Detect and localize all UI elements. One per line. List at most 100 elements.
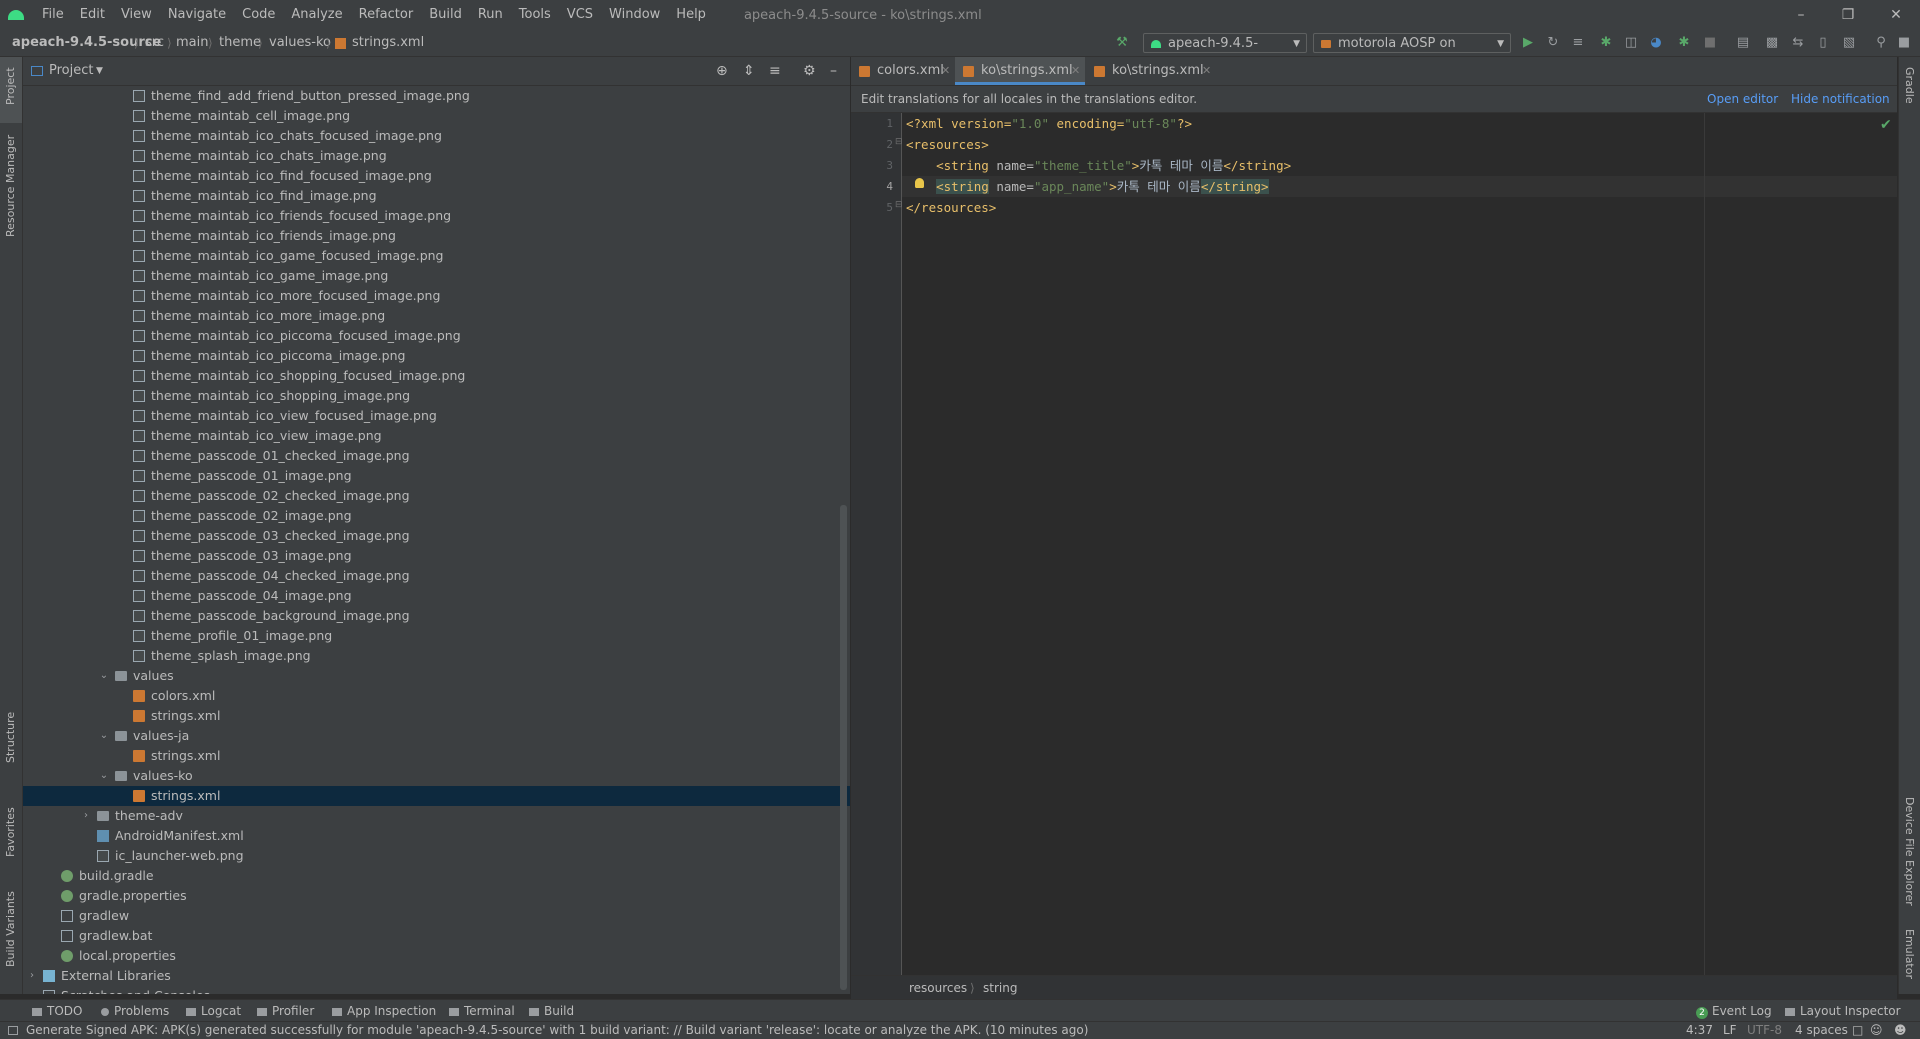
menu-tools[interactable]: Tools — [511, 0, 559, 30]
menu-edit[interactable]: Edit — [72, 0, 113, 30]
tree-file-row[interactable]: › External Libraries — [23, 966, 850, 986]
sync-project-icon[interactable]: ▤ — [1735, 35, 1751, 51]
tree-file-row[interactable]: theme_maintab_ico_find_image.png — [23, 186, 850, 206]
gradle-tool-label[interactable]: Gradle — [1903, 67, 1916, 104]
build-tool-button[interactable]: Build — [529, 1000, 574, 1022]
logcat-tool-button[interactable]: Logcat — [186, 1000, 241, 1022]
tree-file-row[interactable]: theme_maintab_ico_friends_image.png — [23, 226, 850, 246]
tree-file-row[interactable]: theme_passcode_01_image.png — [23, 466, 850, 486]
chevron-right-icon[interactable]: › — [27, 966, 37, 986]
tree-file-row[interactable]: theme_passcode_03_checked_image.png — [23, 526, 850, 546]
menu-analyze[interactable]: Analyze — [283, 0, 350, 30]
layout-inspector-tool-button[interactable]: Layout Inspector — [1785, 1000, 1901, 1022]
expand-all-icon[interactable]: ⇕ — [743, 57, 755, 85]
tree-file-row[interactable]: theme_maintab_ico_shopping_image.png — [23, 386, 850, 406]
status-message[interactable]: Generate Signed APK: APK(s) generated su… — [26, 1022, 1088, 1039]
tree-file-row[interactable]: theme_maintab_ico_piccoma_image.png — [23, 346, 850, 366]
sdk-manager-icon[interactable]: ▧ — [1841, 35, 1857, 51]
breadcrumb-string[interactable]: string — [983, 976, 1017, 1000]
no-problems-check-icon[interactable]: ✔ — [1880, 117, 1892, 133]
hide-panel-icon[interactable]: – — [830, 57, 837, 85]
project-structure-icon[interactable]: ▩ — [1764, 35, 1780, 51]
tree-file-row[interactable]: theme_maintab_ico_more_focused_image.png — [23, 286, 850, 306]
open-editor-link[interactable]: Open editor — [1707, 86, 1778, 112]
device-manager-icon[interactable]: ▯ — [1815, 35, 1831, 51]
tree-file-row[interactable]: strings.xml — [23, 786, 850, 806]
menu-run[interactable]: Run — [470, 0, 511, 30]
app-inspection-tool-button[interactable]: App Inspection — [332, 1000, 436, 1022]
close-tab-icon[interactable]: ✕ — [1202, 57, 1211, 85]
tree-file-row[interactable]: theme_maintab_ico_find_focused_image.png — [23, 166, 850, 186]
stop-icon[interactable]: ■ — [1702, 35, 1718, 51]
menu-code[interactable]: Code — [234, 0, 283, 30]
minimize-button[interactable]: – — [1778, 0, 1824, 30]
menu-view[interactable]: View — [113, 0, 160, 30]
profiler-icon[interactable]: ◕ — [1648, 35, 1664, 51]
chevron-down-icon[interactable]: ⌄ — [99, 726, 109, 746]
menu-vcs[interactable]: VCS — [559, 0, 601, 30]
tree-file-row[interactable]: build.gradle — [23, 866, 850, 886]
gradle-sync-icon[interactable]: ⇆ — [1790, 35, 1806, 51]
lock-icon[interactable]: □ — [1852, 1022, 1863, 1039]
tree-folder-row[interactable]: › theme-adv — [23, 806, 850, 826]
tree-file-row[interactable]: gradlew — [23, 906, 850, 926]
tab-ko-strings-xml-active[interactable]: ko\strings.xml ✕ — [955, 57, 1085, 85]
tree-file-row[interactable]: theme_maintab_ico_game_image.png — [23, 266, 850, 286]
chevron-right-icon[interactable]: › — [81, 806, 91, 826]
chevron-down-icon[interactable]: ⌄ — [99, 666, 109, 686]
menu-help[interactable]: Help — [668, 0, 714, 30]
tree-file-row[interactable]: theme_passcode_02_checked_image.png — [23, 486, 850, 506]
breadcrumb-src[interactable]: src — [145, 30, 164, 56]
locate-file-icon[interactable]: ⊕ — [716, 57, 728, 85]
breadcrumb-resources[interactable]: resources — [909, 976, 967, 1000]
tree-file-row[interactable]: Scratches and Consoles — [23, 986, 850, 994]
favorites-tool-label[interactable]: Favorites — [4, 807, 17, 857]
menu-navigate[interactable]: Navigate — [160, 0, 234, 30]
code-editor[interactable]: <?xml version="1.0" encoding="utf-8"?> <… — [902, 113, 1897, 975]
emulator-tool-label[interactable]: Emulator — [1903, 929, 1916, 979]
chevron-down-icon[interactable]: ⌄ — [99, 766, 109, 786]
tree-file-row[interactable]: theme_splash_image.png — [23, 646, 850, 666]
run-with-coverage-icon[interactable]: ◫ — [1623, 35, 1639, 51]
breadcrumb-theme[interactable]: theme — [219, 30, 261, 56]
debug-icon[interactable]: ✱ — [1598, 35, 1614, 51]
tree-file-row[interactable]: local.properties — [23, 946, 850, 966]
project-tool-button[interactable]: Project — [0, 57, 22, 123]
menu-build[interactable]: Build — [421, 0, 470, 30]
restore-button[interactable]: ❐ — [1825, 0, 1871, 30]
menu-refactor[interactable]: Refactor — [351, 0, 422, 30]
profiler-tool-button[interactable]: Profiler — [257, 1000, 314, 1022]
user-account-icon[interactable]: ■ — [1896, 35, 1912, 51]
run-configuration-select[interactable]: apeach-9.4.5-source ▼ — [1143, 33, 1307, 71]
tree-file-row[interactable]: theme_passcode_01_checked_image.png — [23, 446, 850, 466]
tree-file-row[interactable]: theme_maintab_ico_shopping_focused_image… — [23, 366, 850, 386]
collapse-all-icon[interactable]: ≡ — [769, 57, 781, 85]
device-select[interactable]: motorola AOSP on Shama ▼ — [1313, 33, 1511, 71]
tree-file-row[interactable]: theme_maintab_ico_piccoma_focused_image.… — [23, 326, 850, 346]
close-tab-icon[interactable]: ✕ — [941, 57, 950, 85]
tree-file-row[interactable]: theme_maintab_ico_friends_focused_image.… — [23, 206, 850, 226]
project-view-select[interactable]: Project — [49, 57, 93, 85]
problems-tool-button[interactable]: Problems — [101, 1000, 169, 1022]
breadcrumb-file[interactable]: strings.xml — [352, 30, 424, 56]
attach-debugger-icon[interactable]: ✱ — [1676, 35, 1692, 51]
tree-file-row[interactable]: theme_find_add_friend_button_pressed_ima… — [23, 86, 850, 106]
line-separator[interactable]: LF — [1723, 1022, 1737, 1039]
tree-file-row[interactable]: theme_maintab_ico_view_image.png — [23, 426, 850, 446]
tree-file-row[interactable]: colors.xml — [23, 686, 850, 706]
file-encoding[interactable]: UTF-8 — [1747, 1022, 1782, 1039]
breadcrumb-main[interactable]: main — [176, 30, 208, 56]
tree-file-row[interactable]: strings.xml — [23, 746, 850, 766]
event-log-tool-button[interactable]: 2 Event Log — [1696, 1000, 1772, 1022]
caret-position[interactable]: 4:37 — [1686, 1022, 1713, 1039]
tree-file-row[interactable]: theme_passcode_background_image.png — [23, 606, 850, 626]
indent-setting[interactable]: 4 spaces — [1795, 1022, 1848, 1039]
structure-tool-label[interactable]: Structure — [4, 712, 17, 763]
breadcrumb-values-ko[interactable]: values-ko — [269, 30, 331, 56]
menu-file[interactable]: File — [34, 0, 72, 30]
breadcrumb-project[interactable]: apeach-9.4.5-source — [12, 30, 161, 56]
tree-file-row[interactable]: theme_maintab_ico_view_focused_image.png — [23, 406, 850, 426]
gear-icon[interactable]: ⚙ — [803, 57, 816, 85]
tree-file-row[interactable]: gradlew.bat — [23, 926, 850, 946]
inspection-profile-icon[interactable]: ☺ — [1870, 1022, 1883, 1039]
